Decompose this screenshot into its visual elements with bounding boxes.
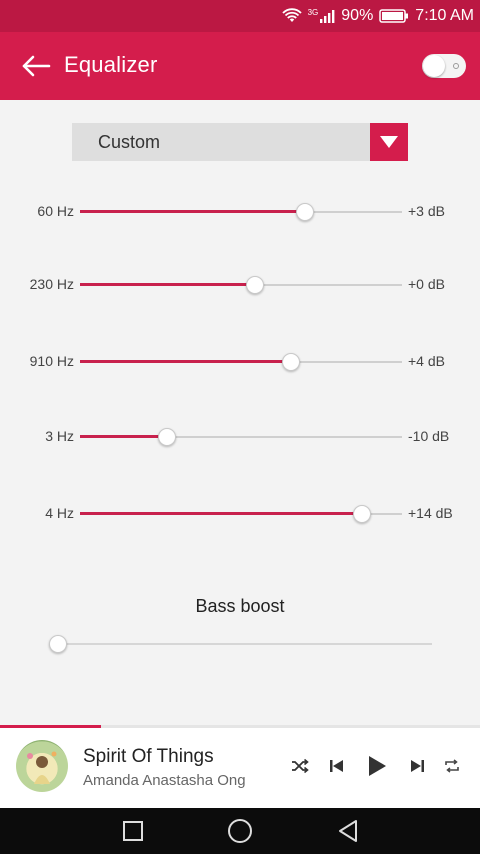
band-frequency-label: 3 Hz bbox=[45, 428, 74, 444]
slider-fill bbox=[80, 283, 256, 286]
arrow-left-icon[interactable] bbox=[20, 52, 52, 80]
slider-thumb[interactable] bbox=[157, 428, 176, 446]
toggle-knob bbox=[423, 55, 445, 77]
band-row: 4 Hz +14 dB bbox=[0, 502, 480, 526]
repeat-icon[interactable] bbox=[438, 752, 466, 780]
battery-percent: 90% bbox=[341, 7, 374, 24]
slider-thumb[interactable] bbox=[296, 203, 315, 221]
system-nav-bar bbox=[0, 808, 480, 854]
band-frequency-label: 4 Hz bbox=[45, 505, 74, 521]
now-playing-bar[interactable]: Spirit Of Things Amanda Anastasha Ong bbox=[0, 728, 480, 808]
shuffle-icon[interactable] bbox=[286, 752, 314, 780]
slider-fill bbox=[80, 512, 362, 515]
track-artist: Amanda Anastasha Ong bbox=[83, 772, 246, 789]
band-frequency-label: 910 Hz bbox=[29, 353, 74, 369]
skip-next-icon[interactable] bbox=[404, 752, 432, 780]
app-bar: Equalizer bbox=[0, 32, 480, 100]
home-circle-icon[interactable] bbox=[225, 816, 255, 846]
skip-previous-icon[interactable] bbox=[322, 752, 350, 780]
bass-boost-slider[interactable] bbox=[49, 632, 432, 656]
slider-thumb[interactable] bbox=[246, 276, 265, 294]
dropdown-arrow-icon[interactable] bbox=[370, 123, 408, 161]
band-row: 60 Hz +3 dB bbox=[0, 200, 480, 224]
band-slider[interactable] bbox=[80, 502, 402, 526]
clock: 7:10 AM bbox=[415, 7, 474, 24]
slider-fill bbox=[80, 360, 291, 363]
status-bar: 3G 90% 7:10 AM bbox=[0, 0, 480, 32]
recents-square-icon[interactable] bbox=[118, 816, 148, 846]
band-row: 3 Hz -10 dB bbox=[0, 425, 480, 449]
slider-thumb[interactable] bbox=[352, 505, 371, 523]
bass-boost-title: Bass boost bbox=[195, 596, 285, 616]
cell-signal-icon: 3G bbox=[308, 8, 336, 24]
band-gain-value: +14 dB bbox=[408, 505, 453, 521]
network-type: 3G bbox=[307, 8, 319, 17]
band-frequency-label: 60 Hz bbox=[37, 203, 74, 219]
band-slider[interactable] bbox=[80, 425, 402, 449]
preset-selected-value: Custom bbox=[98, 132, 161, 152]
band-slider[interactable] bbox=[80, 200, 402, 224]
wifi-icon bbox=[281, 8, 302, 24]
equalizer-toggle[interactable] bbox=[422, 54, 466, 78]
band-slider[interactable] bbox=[80, 350, 402, 374]
slider-thumb[interactable] bbox=[49, 635, 67, 653]
band-row: 910 Hz +4 dB bbox=[0, 350, 480, 374]
band-row: 230 Hz +0 dB bbox=[0, 273, 480, 297]
page-title: Equalizer bbox=[64, 52, 158, 77]
slider-fill bbox=[80, 210, 306, 213]
back-triangle-icon[interactable] bbox=[333, 816, 363, 846]
play-icon[interactable] bbox=[363, 752, 391, 780]
slider-thumb[interactable] bbox=[281, 353, 300, 371]
slider-fill bbox=[80, 435, 167, 438]
band-slider[interactable] bbox=[80, 273, 402, 297]
band-frequency-label: 230 Hz bbox=[29, 276, 74, 292]
toggle-off-indicator-icon bbox=[453, 63, 459, 69]
band-gain-value: +4 dB bbox=[408, 353, 445, 369]
band-gain-value: -10 dB bbox=[408, 428, 450, 444]
band-gain-value: +0 dB bbox=[408, 276, 445, 292]
album-art[interactable] bbox=[16, 740, 68, 792]
preset-dropdown[interactable]: Custom bbox=[72, 123, 408, 161]
slider-track bbox=[58, 643, 432, 645]
track-title: Spirit Of Things bbox=[83, 746, 214, 767]
battery-icon bbox=[379, 8, 409, 24]
band-gain-value: +3 dB bbox=[408, 203, 445, 219]
